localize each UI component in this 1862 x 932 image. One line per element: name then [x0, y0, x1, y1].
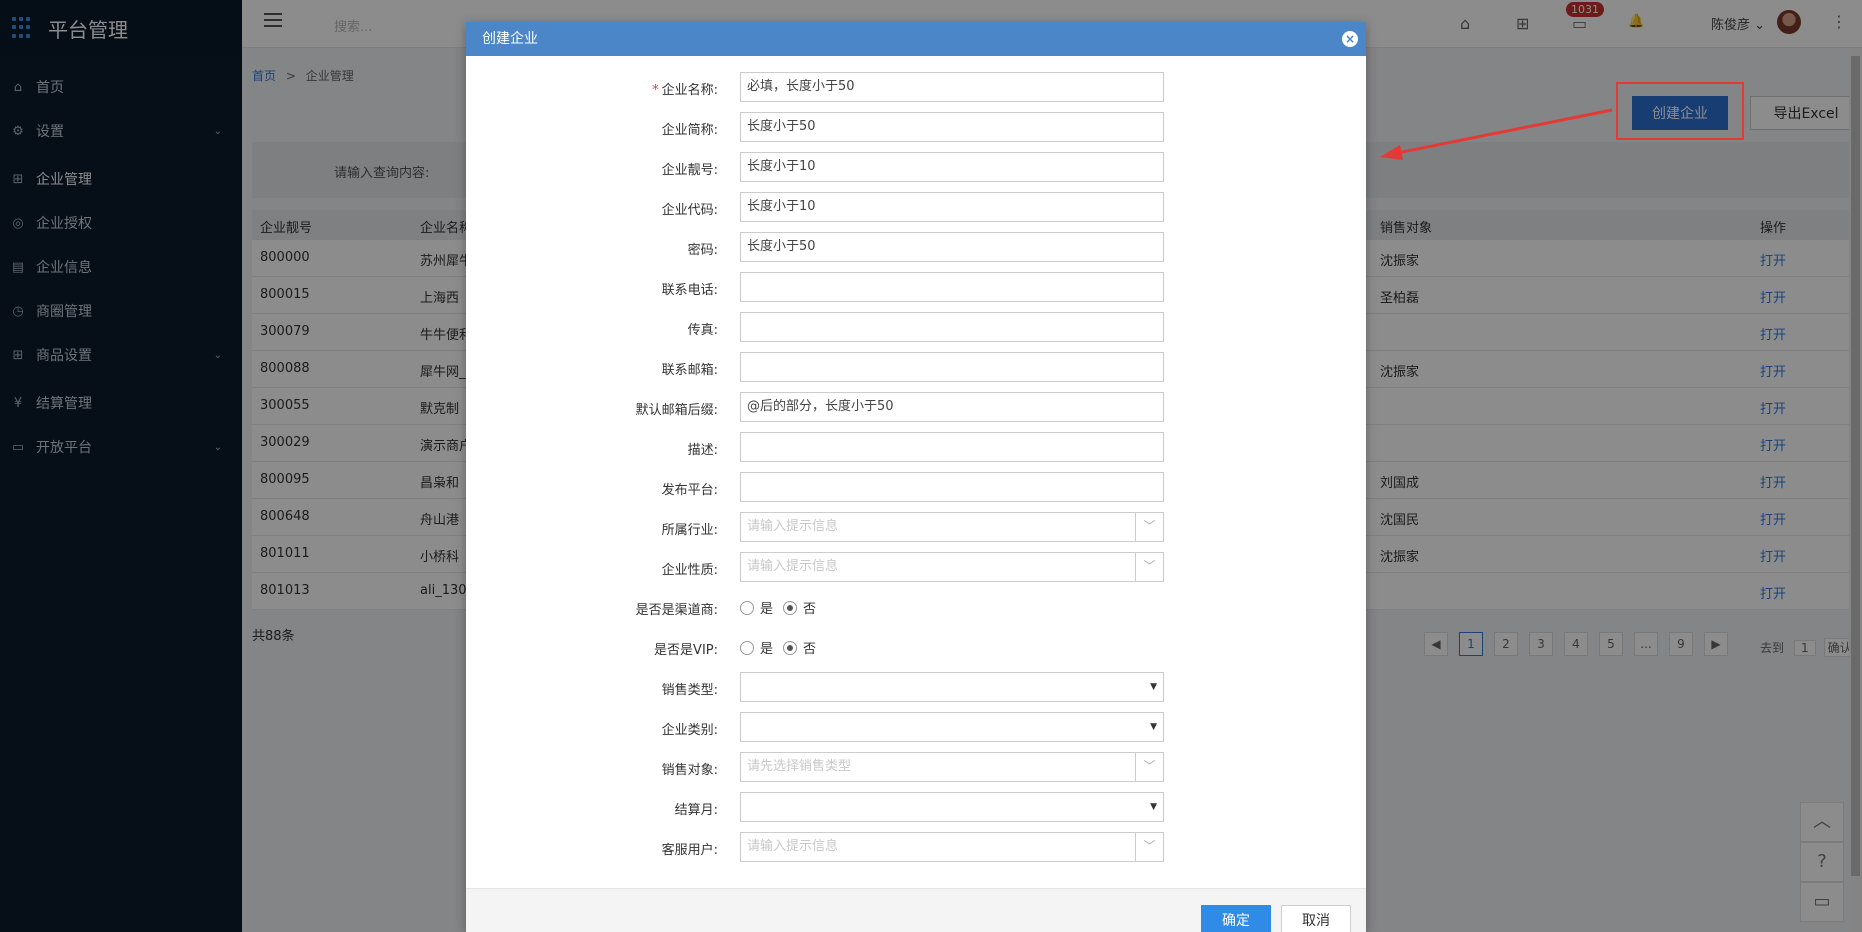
form-row-category: 企业类别: ▼: [466, 712, 1366, 742]
dropdown-arrow-icon: ▼: [1150, 682, 1157, 692]
form-row-settlement-month: 结算月: ▼: [466, 792, 1366, 822]
dialog-footer: 确定 取消: [466, 888, 1366, 932]
form-row-channel: 是否是渠道商: 是 否: [466, 592, 1366, 622]
field-label: * 企业名称:: [652, 83, 718, 98]
sales-target-combobox[interactable]: 请先选择销售类型 ﹀: [740, 752, 1164, 782]
form-row-platform: 发布平台:: [466, 472, 1366, 502]
form-row-industry: 所属行业: 请输入提示信息 ﹀: [466, 512, 1366, 542]
form-row-sales-type: 销售类型: ▼: [466, 672, 1366, 702]
dialog-header: 创建企业 ×: [466, 22, 1366, 56]
required-mark: *: [652, 83, 659, 98]
enterprise-number-input[interactable]: 长度小于10: [740, 152, 1164, 182]
channel-radio-group: 是 否: [740, 598, 826, 617]
form-row-nature: 企业性质: 请输入提示信息 ﹀: [466, 552, 1366, 582]
combobox-placeholder: 请输入提示信息: [747, 839, 839, 854]
form-row-code: 企业代码: 长度小于10: [466, 192, 1366, 222]
form-row-fax: 传真:: [466, 312, 1366, 342]
form-row-description: 描述:: [466, 432, 1366, 462]
field-label: 描述:: [687, 443, 718, 458]
close-icon[interactable]: ×: [1342, 31, 1358, 47]
form-row-number: 企业靓号: 长度小于10: [466, 152, 1366, 182]
vip-radio-group: 是 否: [740, 638, 826, 657]
field-label: 企业性质:: [661, 563, 718, 578]
field-label: 是否是VIP:: [654, 643, 718, 658]
channel-no-radio[interactable]: [783, 600, 798, 615]
field-label: 是否是渠道商:: [635, 603, 718, 618]
field-label: 传真:: [687, 323, 718, 338]
field-label: 密码:: [687, 243, 718, 258]
fax-input[interactable]: [740, 312, 1164, 342]
form-row-email-suffix: 默认邮箱后缀: @后的部分，长度小于50: [466, 392, 1366, 422]
vip-yes-radio[interactable]: [740, 640, 754, 655]
create-enterprise-dialog: 创建企业 × * 企业名称: 必填，长度小于50 企业简称: 长度小于50 企业靓…: [466, 22, 1366, 932]
sales-type-select[interactable]: ▼: [740, 672, 1164, 702]
form-row-name: * 企业名称: 必填，长度小于50: [466, 72, 1366, 102]
field-label: 联系电话:: [661, 283, 718, 298]
description-input[interactable]: [740, 432, 1164, 462]
industry-combobox[interactable]: 请输入提示信息 ﹀: [740, 512, 1164, 542]
radio-label: 是: [760, 642, 774, 657]
dropdown-arrow-icon: ▼: [1150, 802, 1157, 812]
channel-yes-radio[interactable]: [740, 600, 754, 615]
dropdown-arrow-icon: ▼: [1150, 722, 1157, 732]
radio-label: 否: [803, 602, 817, 617]
field-label: 发布平台:: [661, 483, 718, 498]
form-row-phone: 联系电话:: [466, 272, 1366, 302]
chevron-down-icon[interactable]: ﹀: [1135, 553, 1163, 581]
field-label: 结算月:: [674, 803, 718, 818]
confirm-button[interactable]: 确定: [1201, 905, 1271, 932]
form-row-short-name: 企业简称: 长度小于50: [466, 112, 1366, 142]
field-label: 企业简称:: [661, 123, 718, 138]
form-row-sales-target: 销售对象: 请先选择销售类型 ﹀: [466, 752, 1366, 782]
field-label: 销售类型:: [661, 683, 718, 698]
nature-combobox[interactable]: 请输入提示信息 ﹀: [740, 552, 1164, 582]
field-label: 客服用户:: [661, 843, 718, 858]
password-input[interactable]: 长度小于50: [740, 232, 1164, 262]
enterprise-name-input[interactable]: 必填，长度小于50: [740, 72, 1164, 102]
radio-label: 否: [803, 642, 817, 657]
chevron-down-icon[interactable]: ﹀: [1135, 513, 1163, 541]
email-suffix-input[interactable]: @后的部分，长度小于50: [740, 392, 1164, 422]
field-label: 所属行业:: [661, 523, 718, 538]
field-label: 销售对象:: [661, 763, 718, 778]
radio-label: 是: [760, 602, 774, 617]
form-row-service-user: 客服用户: 请输入提示信息 ﹀: [466, 832, 1366, 862]
field-label: 企业代码:: [661, 203, 718, 218]
form-row-email: 联系邮箱:: [466, 352, 1366, 382]
dialog-title: 创建企业: [482, 31, 538, 47]
email-input[interactable]: [740, 352, 1164, 382]
chevron-down-icon[interactable]: ﹀: [1135, 833, 1163, 861]
vip-no-radio[interactable]: [783, 640, 798, 655]
form-row-password: 密码: 长度小于50: [466, 232, 1366, 262]
form-row-vip: 是否是VIP: 是 否: [466, 632, 1366, 662]
chevron-down-icon[interactable]: ﹀: [1135, 753, 1163, 781]
settlement-month-select[interactable]: ▼: [740, 792, 1164, 822]
enterprise-code-input[interactable]: 长度小于10: [740, 192, 1164, 222]
service-user-combobox[interactable]: 请输入提示信息 ﹀: [740, 832, 1164, 862]
combobox-placeholder: 请输入提示信息: [747, 559, 839, 574]
field-label: 默认邮箱后缀:: [635, 403, 718, 418]
cancel-button[interactable]: 取消: [1281, 905, 1351, 932]
combobox-placeholder: 请先选择销售类型: [747, 759, 852, 774]
field-label: 企业类别:: [661, 723, 718, 738]
phone-input[interactable]: [740, 272, 1164, 302]
combobox-placeholder: 请输入提示信息: [747, 519, 839, 534]
field-label: 企业靓号:: [661, 163, 718, 178]
field-label: 联系邮箱:: [661, 363, 718, 378]
short-name-input[interactable]: 长度小于50: [740, 112, 1164, 142]
category-select[interactable]: ▼: [740, 712, 1164, 742]
platform-input[interactable]: [740, 472, 1164, 502]
